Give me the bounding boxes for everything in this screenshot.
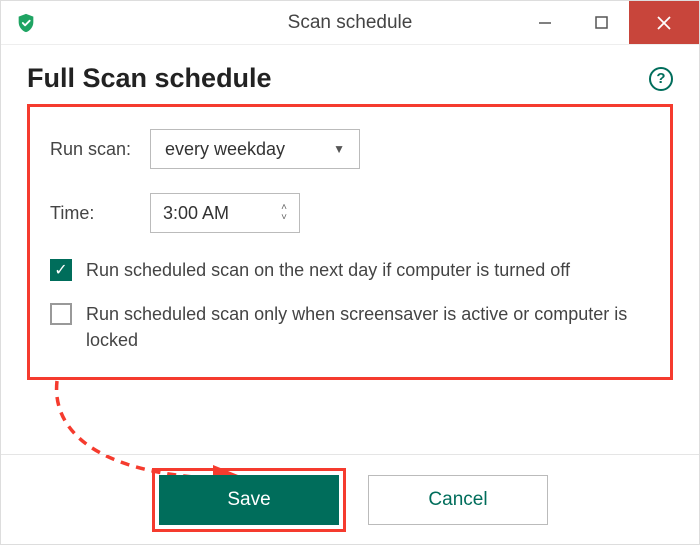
window-controls <box>517 1 699 44</box>
next-day-label: Run scheduled scan on the next day if co… <box>86 257 570 283</box>
titlebar: Scan schedule <box>1 1 699 45</box>
run-scan-label: Run scan: <box>50 139 150 160</box>
page-title: Full Scan schedule <box>27 63 649 94</box>
spinner-up-icon[interactable]: ˄ <box>281 204 287 212</box>
run-scan-value: every weekday <box>165 139 285 160</box>
maximize-button[interactable] <box>573 1 629 44</box>
settings-form: Run scan: every weekday ▼ Time: 3:00 AM … <box>27 104 673 380</box>
time-input[interactable]: 3:00 AM ˄ ˅ <box>150 193 300 233</box>
time-value: 3:00 AM <box>163 203 229 224</box>
screensaver-checkbox[interactable] <box>50 303 72 325</box>
cancel-button[interactable]: Cancel <box>368 475 548 525</box>
help-icon[interactable]: ? <box>649 67 673 91</box>
dialog-window: Scan schedule Full Scan schedule ? Run s… <box>0 0 700 545</box>
time-label: Time: <box>50 203 150 224</box>
screensaver-label: Run scheduled scan only when screensaver… <box>86 301 650 353</box>
minimize-button[interactable] <box>517 1 573 44</box>
dialog-footer: Save Cancel <box>1 454 699 544</box>
next-day-checkbox[interactable]: ✓ <box>50 259 72 281</box>
save-button[interactable]: Save <box>159 475 339 525</box>
close-button[interactable] <box>629 1 699 44</box>
content-area: Full Scan schedule ? Run scan: every wee… <box>1 45 699 380</box>
spinner-down-icon[interactable]: ˅ <box>281 214 287 222</box>
time-spinner[interactable]: ˄ ˅ <box>281 204 287 222</box>
app-shield-icon <box>15 12 37 34</box>
run-scan-select[interactable]: every weekday ▼ <box>150 129 360 169</box>
chevron-down-icon: ▼ <box>333 142 345 156</box>
save-button-highlight: Save <box>152 468 346 532</box>
